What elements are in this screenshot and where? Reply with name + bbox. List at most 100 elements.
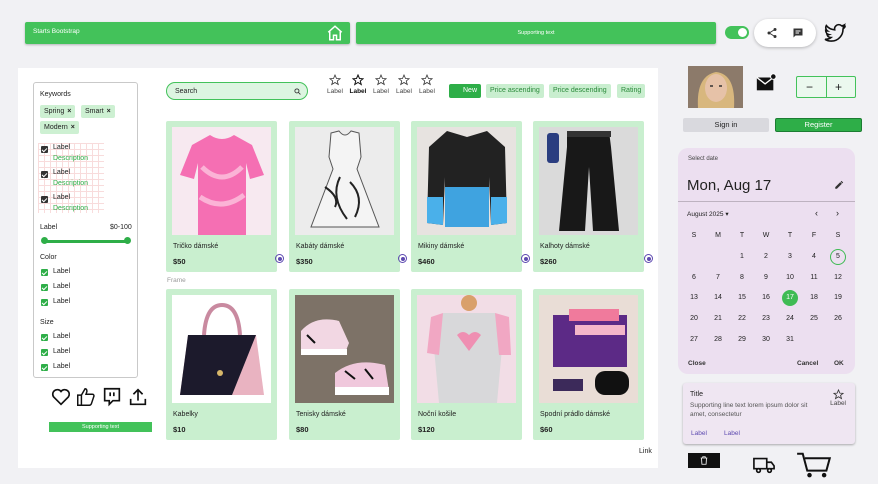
radio-button[interactable] (521, 254, 530, 263)
range-slider-max-handle[interactable] (124, 237, 131, 244)
product-card[interactable]: Tričko dámské $50 (166, 121, 277, 272)
sign-in-button[interactable]: Sign in (683, 118, 769, 132)
link[interactable]: Link (639, 448, 652, 455)
star-rating-3[interactable]: Label (370, 74, 392, 95)
product-card[interactable]: Tenisky dámské $80 (289, 289, 400, 440)
checkbox[interactable] (41, 269, 48, 276)
calendar-day[interactable]: 18 (806, 290, 822, 306)
truck-icon[interactable] (752, 454, 776, 476)
toggle-switch[interactable] (725, 26, 749, 39)
calendar-day[interactable]: 10 (782, 270, 798, 286)
calendar-day[interactable]: 1 (734, 249, 750, 265)
favorite-button[interactable]: Label (830, 389, 846, 407)
product-card[interactable]: Kabáty dámské $350 (289, 121, 400, 272)
info-card-link[interactable]: Label (724, 430, 740, 437)
calendar-day[interactable]: 22 (734, 311, 750, 327)
filter-price-descending[interactable]: Price descending (549, 84, 611, 98)
star-rating-2[interactable]: Label (347, 74, 369, 95)
product-card[interactable]: Noční košile $120 (411, 289, 522, 440)
checkbox[interactable] (41, 196, 48, 203)
calendar-day[interactable]: 21 (710, 311, 726, 327)
mail-icon[interactable] (754, 72, 778, 94)
calendar-day[interactable]: 23 (758, 311, 774, 327)
supporting-bar[interactable]: Supporting text (356, 22, 716, 44)
chip-modern[interactable]: Modern × (40, 121, 79, 134)
product-card[interactable]: Kalhoty dámské $260 (533, 121, 644, 272)
checkbox[interactable] (41, 349, 48, 356)
calendar-day[interactable]: 28 (710, 332, 726, 348)
share-icon[interactable] (766, 27, 778, 39)
checkbox[interactable] (41, 171, 48, 178)
calendar-day[interactable]: 26 (830, 311, 846, 327)
radio-button[interactable] (398, 254, 407, 263)
close-icon[interactable]: × (107, 108, 111, 115)
checkbox[interactable] (41, 146, 48, 153)
calendar-day[interactable]: 15 (734, 290, 750, 306)
checkbox[interactable] (41, 299, 48, 306)
cart-icon[interactable] (796, 451, 832, 479)
cancel-button[interactable]: Cancel (797, 360, 818, 367)
product-card[interactable]: Kabelky $10 (166, 289, 277, 440)
product-card[interactable]: Mikiny dámské $460 (411, 121, 522, 272)
calendar-day[interactable]: 11 (806, 270, 822, 286)
decrement-button[interactable]: − (806, 80, 813, 94)
calendar-day[interactable]: 16 (758, 290, 774, 306)
checkbox[interactable] (41, 334, 48, 341)
calendar-day[interactable]: 13 (686, 290, 702, 306)
checkbox[interactable] (41, 364, 48, 371)
register-button[interactable]: Register (775, 118, 862, 132)
checkbox[interactable] (41, 284, 48, 291)
calendar-day[interactable]: 6 (686, 270, 702, 286)
calendar-day[interactable]: 5 (830, 249, 846, 265)
delete-button[interactable] (688, 453, 720, 468)
month-selector[interactable]: August 2025 ▾ (687, 210, 729, 218)
twitter-icon[interactable] (822, 21, 848, 45)
calendar-day[interactable]: 20 (686, 311, 702, 327)
info-card-link[interactable]: Label (691, 430, 707, 437)
close-button[interactable]: Close (688, 360, 706, 367)
comment-icon[interactable] (792, 27, 804, 39)
search-input[interactable]: Search (166, 82, 308, 100)
brand-bar[interactable]: Starts Bootstrap (25, 22, 350, 44)
supporting-text-bar[interactable]: Supporting text (49, 422, 152, 432)
calendar-day[interactable]: 8 (734, 270, 750, 286)
edit-icon[interactable] (834, 180, 844, 190)
calendar-day[interactable]: 4 (806, 249, 822, 265)
ok-button[interactable]: OK (834, 360, 844, 367)
chip-smart[interactable]: Smart × (81, 105, 115, 118)
increment-button[interactable]: + (835, 80, 842, 94)
radio-button[interactable] (644, 254, 653, 263)
filter-rating[interactable]: Rating (617, 84, 646, 98)
range-slider-track[interactable] (44, 240, 129, 243)
calendar-day[interactable]: 30 (758, 332, 774, 348)
star-rating-1[interactable]: Label (324, 74, 346, 95)
product-card[interactable]: Spodní prádlo dámské $60 (533, 289, 644, 440)
close-icon[interactable]: × (71, 124, 75, 131)
calendar-day[interactable]: 9 (758, 270, 774, 286)
home-icon[interactable] (326, 24, 344, 42)
calendar-day[interactable]: 7 (710, 270, 726, 286)
calendar-day[interactable]: 12 (830, 270, 846, 286)
chevron-left-icon[interactable]: ‹ (815, 208, 818, 218)
chip-spring[interactable]: Spring × (40, 105, 76, 118)
star-rating-4[interactable]: Label (393, 74, 415, 95)
calendar-day[interactable]: 14 (710, 290, 726, 306)
calendar-day[interactable]: 29 (734, 332, 750, 348)
radio-button[interactable] (275, 254, 284, 263)
close-icon[interactable]: × (67, 108, 71, 115)
upload-icon[interactable] (127, 386, 149, 408)
calendar-day[interactable]: 25 (806, 311, 822, 327)
calendar-day[interactable]: 27 (686, 332, 702, 348)
filter-price-ascending[interactable]: Price ascending (486, 84, 544, 98)
calendar-day[interactable]: 24 (782, 311, 798, 327)
calendar-day[interactable]: 2 (758, 249, 774, 265)
range-slider-min-handle[interactable] (41, 237, 48, 244)
chat-icon[interactable] (101, 386, 123, 408)
calendar-day-selected[interactable]: 17 (782, 290, 798, 306)
chevron-right-icon[interactable]: › (836, 208, 839, 218)
calendar-day[interactable]: 19 (830, 290, 846, 306)
heart-icon[interactable] (50, 386, 72, 408)
thumbs-up-icon[interactable] (75, 386, 97, 408)
filter-new[interactable]: New (449, 84, 482, 98)
star-rating-5[interactable]: Label (416, 74, 438, 95)
